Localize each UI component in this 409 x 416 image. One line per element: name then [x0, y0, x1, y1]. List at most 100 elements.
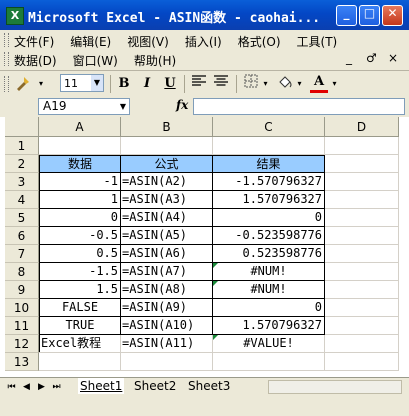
name-box[interactable]: A19 ▼	[38, 98, 130, 115]
table-cell[interactable]	[39, 335, 121, 353]
error-indicator-icon[interactable]	[213, 281, 218, 286]
table-cell[interactable]: =ASIN(A6)	[121, 245, 213, 263]
row-header[interactable]: 2	[5, 155, 39, 173]
table-cell[interactable]: 1.570796327	[213, 191, 325, 209]
table-cell[interactable]	[325, 263, 399, 281]
table-cell[interactable]	[325, 245, 399, 263]
sheet-tab-sheet3[interactable]: Sheet3	[186, 378, 232, 394]
font-size-select[interactable]: 11 ▼	[60, 74, 104, 92]
table-cell[interactable]: =ASIN(A2)	[121, 173, 213, 191]
table-cell[interactable]	[325, 299, 399, 317]
row-header[interactable]: 9	[5, 281, 39, 299]
table-cell[interactable]: =ASIN(A8)	[121, 281, 213, 299]
doc-minimize-button[interactable]: _	[346, 51, 352, 65]
table-cell[interactable]: 0.5	[39, 245, 121, 263]
menu-data[interactable]: 数据(D)	[14, 52, 57, 69]
error-indicator-icon[interactable]	[213, 263, 218, 268]
align-center-icon[interactable]	[211, 74, 231, 94]
tools-options-icon[interactable]	[12, 74, 34, 94]
table-cell[interactable]: =ASIN(A7)	[121, 263, 213, 281]
table-header-cell[interactable]: 公式	[121, 155, 213, 173]
table-cell[interactable]: #NUM!	[213, 281, 325, 299]
menu-help[interactable]: 帮助(H)	[134, 52, 176, 69]
row-header[interactable]: 7	[5, 245, 39, 263]
sheet-tab-sheet2[interactable]: Sheet2	[132, 378, 178, 394]
table-cell[interactable]: 1.5	[39, 281, 121, 299]
row-header[interactable]: 12	[5, 335, 39, 353]
table-cell[interactable]	[325, 173, 399, 191]
row-header[interactable]: 5	[5, 209, 39, 227]
table-cell[interactable]: 0	[213, 209, 325, 227]
column-header-d[interactable]: D	[325, 117, 399, 137]
fill-color-icon[interactable]	[276, 74, 294, 94]
table-header-cell[interactable]: 结果	[213, 155, 325, 173]
table-cell[interactable]	[39, 137, 121, 155]
table-cell[interactable]	[121, 137, 213, 155]
menu-format[interactable]: 格式(O)	[238, 33, 281, 50]
table-cell[interactable]: =ASIN(A3)	[121, 191, 213, 209]
first-sheet-icon[interactable]: ⏮	[6, 380, 17, 394]
table-cell[interactable]: =ASIN(A4)	[121, 209, 213, 227]
chevron-down-icon[interactable]: ▼	[91, 75, 103, 91]
table-cell[interactable]	[325, 209, 399, 227]
last-sheet-icon[interactable]: ⏭	[51, 380, 62, 394]
table-cell[interactable]	[213, 137, 325, 155]
table-cell[interactable]	[325, 335, 399, 353]
table-cell[interactable]: 0	[213, 299, 325, 317]
toolbar-options-chevron-icon[interactable]: ▾	[36, 74, 46, 94]
insert-function-icon[interactable]: fx	[176, 98, 188, 112]
table-cell[interactable]: #NUM!	[213, 263, 325, 281]
font-color-button[interactable]: A	[310, 74, 328, 93]
row-header[interactable]: 6	[5, 227, 39, 245]
bold-button[interactable]: B	[114, 74, 134, 94]
table-cell[interactable]: -0.5	[39, 227, 121, 245]
maximize-button[interactable]: □	[359, 5, 380, 26]
table-cell[interactable]	[325, 281, 399, 299]
menu-edit[interactable]: 编辑(E)	[70, 33, 111, 50]
table-cell[interactable]	[121, 335, 213, 353]
column-header-c[interactable]: C	[213, 117, 325, 137]
row-header[interactable]: 3	[5, 173, 39, 191]
borders-icon[interactable]	[242, 74, 260, 94]
row-header[interactable]: 8	[5, 263, 39, 281]
table-header-cell[interactable]: 数据	[39, 155, 121, 173]
table-cell[interactable]: -1	[39, 173, 121, 191]
italic-button[interactable]: I	[137, 74, 157, 94]
table-cell[interactable]	[325, 353, 399, 371]
table-cell[interactable]: 0	[39, 209, 121, 227]
table-cell[interactable]	[325, 155, 399, 173]
fill-color-chevron-icon[interactable]: ▾	[295, 74, 304, 94]
table-cell[interactable]	[213, 335, 325, 353]
table-cell[interactable]: =ASIN(A5)	[121, 227, 213, 245]
table-cell[interactable]: =ASIN(A9)	[121, 299, 213, 317]
table-cell[interactable]	[325, 191, 399, 209]
table-cell[interactable]	[39, 353, 121, 371]
menu-window[interactable]: 窗口(W)	[73, 52, 118, 69]
chevron-down-icon[interactable]: ▼	[117, 99, 129, 114]
table-cell[interactable]: -1.570796327	[213, 173, 325, 191]
menu-insert[interactable]: 插入(I)	[185, 33, 222, 50]
table-cell[interactable]: FALSE	[39, 299, 121, 317]
row-header[interactable]: 10	[5, 299, 39, 317]
minimize-button[interactable]: _	[336, 5, 357, 26]
row-header[interactable]: 13	[5, 353, 39, 371]
table-cell[interactable]	[213, 353, 325, 371]
menu-file[interactable]: 文件(F)	[14, 33, 54, 50]
doc-restore-button[interactable]: ♂	[366, 51, 377, 65]
table-cell[interactable]	[121, 353, 213, 371]
table-cell[interactable]	[325, 317, 399, 335]
table-cell[interactable]	[325, 137, 399, 155]
table-cell[interactable]	[325, 227, 399, 245]
font-color-chevron-icon[interactable]: ▾	[330, 74, 339, 94]
row-header[interactable]: 11	[5, 317, 39, 335]
menu-view[interactable]: 视图(V)	[127, 33, 169, 50]
prev-sheet-icon[interactable]: ◀	[21, 380, 32, 394]
doc-close-button[interactable]: ×	[388, 51, 398, 65]
table-cell[interactable]: 0.523598776	[213, 245, 325, 263]
table-cell[interactable]: TRUE	[39, 317, 121, 335]
formula-input[interactable]	[193, 98, 405, 115]
borders-chevron-icon[interactable]: ▾	[261, 74, 270, 94]
menu-tools[interactable]: 工具(T)	[297, 33, 338, 50]
table-cell[interactable]: -0.523598776	[213, 227, 325, 245]
close-button[interactable]: ✕	[382, 5, 403, 26]
